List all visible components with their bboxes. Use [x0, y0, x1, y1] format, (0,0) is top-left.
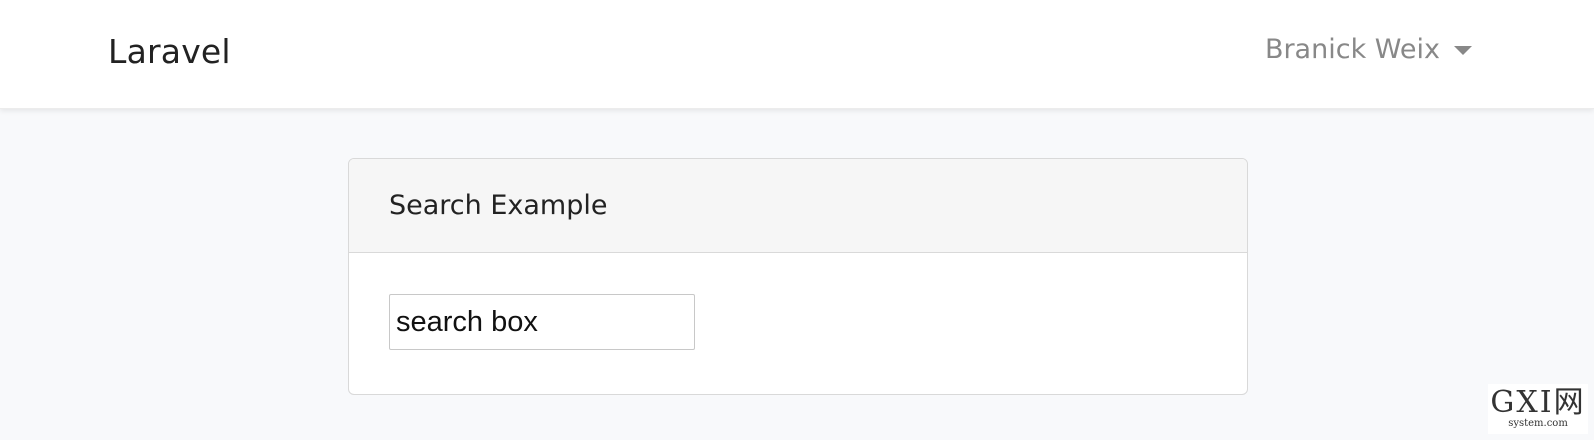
watermark-text: GXI网 — [1490, 385, 1586, 420]
watermark-subtext: system.com — [1508, 418, 1568, 429]
card-title: Search Example — [389, 190, 608, 221]
user-name: Branick Weix — [1264, 34, 1440, 65]
card-body — [349, 253, 1247, 391]
brand-link[interactable]: Laravel — [108, 32, 231, 71]
caret-down-icon — [1454, 46, 1472, 55]
search-input[interactable] — [389, 294, 695, 350]
user-dropdown-toggle[interactable]: Branick Weix — [1265, 34, 1472, 65]
card-header: Search Example — [349, 159, 1247, 253]
search-card: Search Example — [348, 158, 1248, 395]
top-navbar: Laravel Branick Weix — [0, 0, 1594, 109]
watermark-logo: GXI网 system.com — [1488, 384, 1588, 434]
